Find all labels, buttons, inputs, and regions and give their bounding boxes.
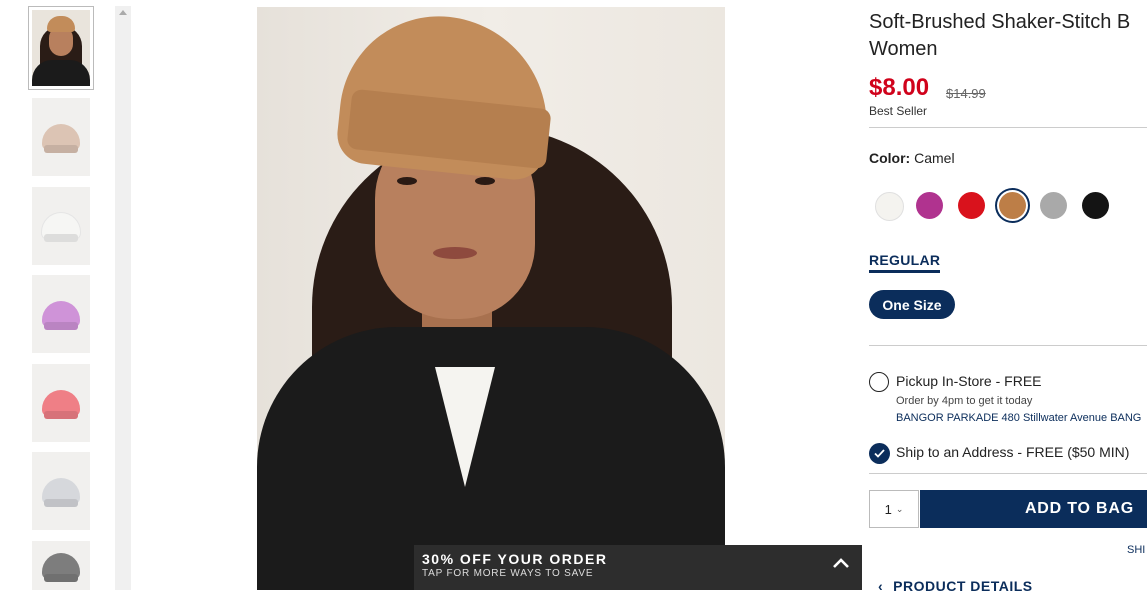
swatch-cream[interactable] <box>875 192 904 221</box>
selected-color-name: Camel <box>914 150 955 166</box>
sale-price: $8.00 <box>869 74 930 101</box>
quantity-select[interactable]: 1 ⌄ <box>869 490 919 528</box>
chevron-up-icon[interactable] <box>832 557 850 569</box>
beanie-thumbnail-icon <box>42 213 80 239</box>
divider <box>869 473 1147 474</box>
thumbnail-white[interactable] <box>32 187 90 265</box>
best-seller-badge: Best Seller <box>869 104 928 118</box>
thumbnail-scrollbar[interactable] <box>115 6 131 590</box>
shipping-link[interactable]: SHI <box>1127 544 1145 556</box>
beanie-thumbnail-icon <box>42 301 80 327</box>
thumbnail-beige[interactable] <box>32 98 90 176</box>
pickup-radio[interactable] <box>869 372 889 392</box>
thumbnail-coral[interactable] <box>32 364 90 442</box>
original-price: $14.99 <box>946 86 986 101</box>
ship-label: Ship to an Address - FREE ($50 MIN) <box>896 444 1130 460</box>
pickup-cutoff: Order by 4pm to get it today <box>896 395 1033 407</box>
swatch-heather-gray[interactable] <box>1040 192 1067 219</box>
divider <box>869 345 1147 346</box>
tab-regular[interactable]: REGULAR <box>869 252 941 273</box>
quantity-value: 1 <box>884 501 892 517</box>
promo-subtitle: TAP FOR MORE WAYS TO SAVE <box>422 568 594 579</box>
scroll-up-arrow-icon[interactable] <box>119 10 127 15</box>
color-label-key: Color: <box>869 150 911 166</box>
swatch-magenta[interactable] <box>916 192 943 219</box>
divider <box>869 127 1147 128</box>
thumbnail-light-gray[interactable] <box>32 452 90 530</box>
promo-banner[interactable]: 30% OFF YOUR ORDER TAP FOR MORE WAYS TO … <box>414 545 862 590</box>
swatch-camel[interactable] <box>999 192 1026 219</box>
chevron-left-icon: ‹ <box>878 578 884 594</box>
store-link[interactable]: BANGOR PARKADE 480 Stillwater Avenue BAN… <box>896 412 1141 424</box>
beanie-thumbnail-icon <box>42 390 80 416</box>
product-details-label: PRODUCT DETAILS <box>893 578 1033 594</box>
main-product-image <box>257 7 725 590</box>
color-label: Color: Camel <box>869 150 955 166</box>
add-to-bag-button[interactable]: ADD TO BAG <box>920 490 1147 528</box>
promo-title: 30% OFF YOUR ORDER <box>422 551 608 567</box>
thumbnail-model[interactable] <box>28 6 94 90</box>
size-one-size-button[interactable]: One Size <box>869 290 955 319</box>
swatch-black[interactable] <box>1082 192 1109 219</box>
pickup-label: Pickup In-Store - FREE <box>896 373 1042 389</box>
beanie-thumbnail-icon <box>42 124 80 150</box>
product-title: Soft-Brushed Shaker-Stitch B <box>869 11 1131 33</box>
swatch-red[interactable] <box>958 192 985 219</box>
checkmark-icon <box>874 449 885 458</box>
beanie-thumbnail-icon <box>42 478 80 504</box>
ship-radio-checked[interactable] <box>869 443 890 464</box>
thumbnail-lavender[interactable] <box>32 275 90 353</box>
product-title-line2: Women <box>869 38 938 60</box>
thumbnail-charcoal[interactable] <box>32 541 90 590</box>
product-details-toggle[interactable]: ‹ PRODUCT DETAILS <box>878 578 1033 594</box>
chevron-down-icon: ⌄ <box>895 503 904 514</box>
beanie-thumbnail-icon <box>42 553 80 579</box>
